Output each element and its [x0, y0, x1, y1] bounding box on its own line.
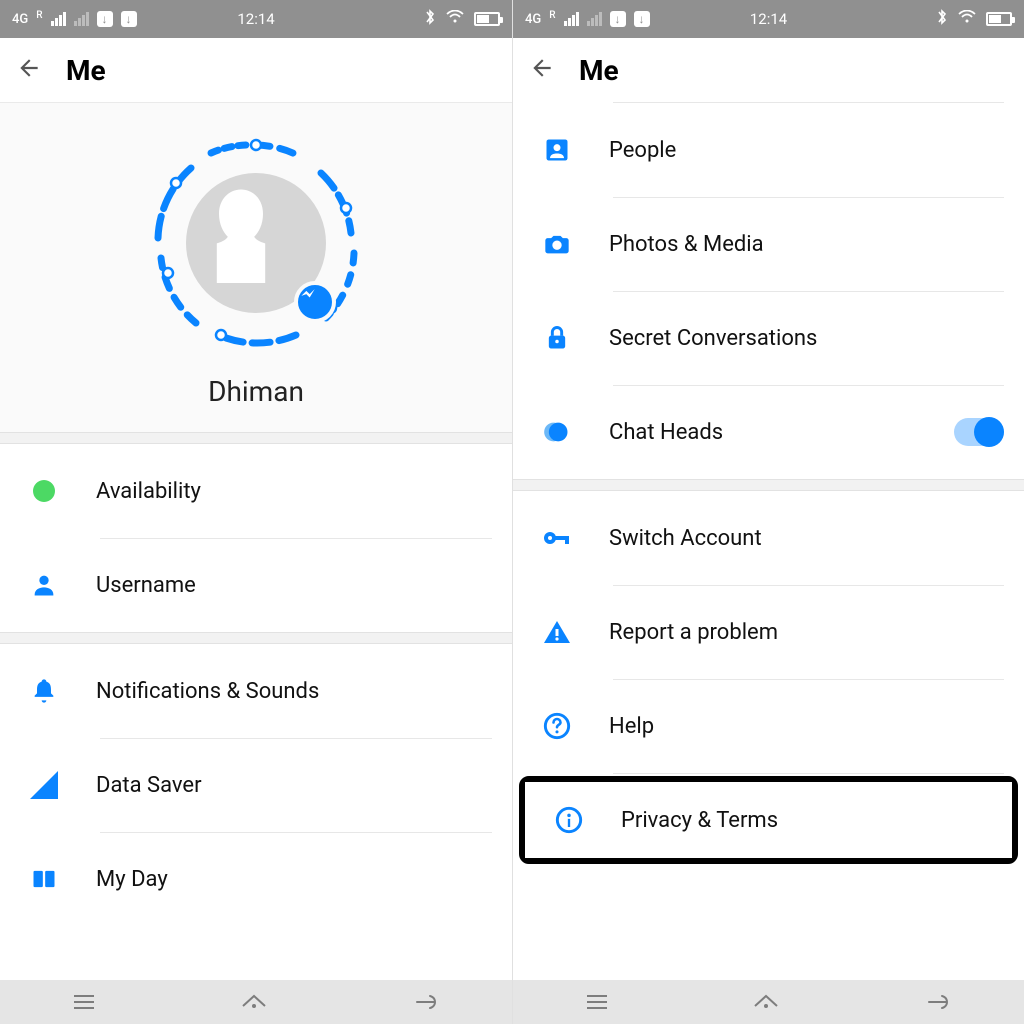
row-label: Switch Account — [609, 526, 1004, 551]
download-icon: ↓ — [121, 11, 137, 27]
back-arrow-icon[interactable] — [529, 55, 555, 85]
roaming-icon: R — [36, 10, 42, 21]
messenger-badge-icon — [294, 281, 336, 323]
page-title: Me — [66, 54, 106, 87]
back-icon[interactable] — [411, 992, 441, 1012]
signal-bars-2-icon — [74, 12, 89, 26]
download-icon: ↓ — [97, 11, 113, 27]
network-type: 4G — [12, 12, 28, 27]
row-secret[interactable]: Secret Conversations — [513, 291, 1024, 385]
warning-icon — [533, 619, 581, 645]
data-saver-icon — [20, 771, 68, 799]
row-label: Availability — [96, 479, 492, 504]
row-report[interactable]: Report a problem — [513, 585, 1024, 679]
availability-dot-icon — [33, 480, 55, 502]
chat-heads-icon — [533, 418, 581, 446]
row-people[interactable]: People — [513, 103, 1024, 197]
lock-icon — [533, 324, 581, 352]
battery-icon — [986, 12, 1012, 26]
row-switch-account[interactable]: Switch Account — [513, 491, 1024, 585]
signal-bars-1-icon — [51, 12, 66, 26]
network-type: 4G — [525, 12, 541, 27]
wifi-icon — [958, 10, 976, 28]
row-privacy[interactable]: Privacy & Terms — [525, 782, 1012, 858]
status-time: 12:14 — [237, 10, 274, 28]
bell-icon — [20, 677, 68, 705]
row-my-day[interactable]: My Day — [0, 832, 512, 926]
android-nav-bar — [0, 980, 512, 1024]
row-label: Username — [96, 573, 492, 598]
profile-section[interactable]: Dhiman — [0, 102, 512, 432]
signal-bars-1-icon — [564, 12, 579, 26]
roaming-icon: R — [549, 10, 555, 21]
back-icon[interactable] — [923, 992, 953, 1012]
key-icon — [533, 528, 581, 548]
download-icon: ↓ — [610, 11, 626, 27]
row-label: Help — [609, 714, 1004, 739]
person-icon — [20, 571, 68, 599]
home-icon[interactable] — [239, 992, 269, 1012]
info-icon — [545, 806, 593, 834]
row-label: Report a problem — [609, 620, 1004, 645]
bluetooth-icon — [424, 9, 436, 29]
profile-name: Dhiman — [0, 375, 512, 408]
row-label: My Day — [96, 867, 492, 892]
download-icon: ↓ — [634, 11, 650, 27]
my-day-icon — [20, 865, 68, 893]
help-icon — [533, 712, 581, 740]
row-notifications[interactable]: Notifications & Sounds — [0, 644, 512, 738]
messenger-code-ring — [136, 123, 376, 363]
status-bar: 4G R ↓ ↓ 12:14 — [513, 0, 1024, 38]
signal-bars-2-icon — [587, 12, 602, 26]
wifi-icon — [446, 10, 464, 28]
people-icon — [533, 136, 581, 164]
row-label: Secret Conversations — [609, 326, 1004, 351]
highlight-privacy-terms: Privacy & Terms — [519, 776, 1018, 864]
camera-icon — [533, 230, 581, 258]
app-header: Me — [513, 38, 1024, 102]
row-label: Privacy & Terms — [621, 808, 992, 833]
row-help[interactable]: Help — [513, 679, 1024, 773]
row-label: Notifications & Sounds — [96, 679, 492, 704]
row-data-saver[interactable]: Data Saver — [0, 738, 512, 832]
page-title: Me — [579, 54, 619, 87]
row-username[interactable]: Username — [0, 538, 512, 632]
app-header: Me — [0, 38, 512, 102]
battery-icon — [474, 12, 500, 26]
row-label: Data Saver — [96, 773, 492, 798]
row-label: Photos & Media — [609, 232, 1004, 257]
home-icon[interactable] — [751, 992, 781, 1012]
status-time: 12:14 — [750, 10, 787, 28]
screenshot-left: 4G R ↓ ↓ 12:14 Me — [0, 0, 512, 1024]
row-chat-heads[interactable]: Chat Heads — [513, 385, 1024, 479]
android-nav-bar — [513, 980, 1024, 1024]
row-photos[interactable]: Photos & Media — [513, 197, 1024, 291]
screenshot-right: 4G R ↓ ↓ 12:14 Me People — [512, 0, 1024, 1024]
recents-icon[interactable] — [71, 992, 97, 1012]
row-label: Chat Heads — [609, 420, 926, 445]
back-arrow-icon[interactable] — [16, 55, 42, 85]
chat-heads-toggle[interactable] — [954, 418, 1004, 446]
status-bar: 4G R ↓ ↓ 12:14 — [0, 0, 512, 38]
bluetooth-icon — [936, 9, 948, 29]
row-label: People — [609, 138, 1004, 163]
recents-icon[interactable] — [584, 992, 610, 1012]
row-availability[interactable]: Availability — [0, 444, 512, 538]
